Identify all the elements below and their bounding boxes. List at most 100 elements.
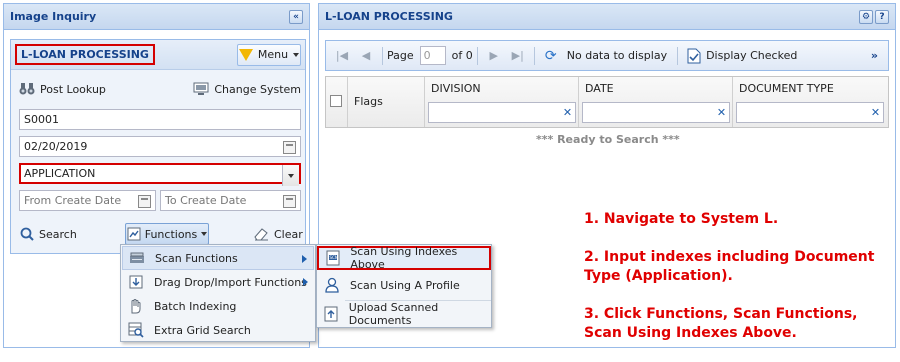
display-checked-label[interactable]: Display Checked xyxy=(706,49,797,62)
gear-icon[interactable]: ⚙ xyxy=(859,9,873,24)
clear-icon[interactable]: ✕ xyxy=(714,103,729,122)
toolbar-separator xyxy=(533,46,535,65)
column-flags-label: Flags xyxy=(354,95,383,108)
refresh-icon[interactable]: ⟳ xyxy=(543,48,559,64)
ready-to-search-text: *** Ready to Search *** xyxy=(536,133,680,146)
calendar-icon[interactable] xyxy=(283,195,296,208)
menu-button[interactable]: Menu xyxy=(237,43,301,66)
results-title: L-LOAN PROCESSING xyxy=(325,10,453,23)
functions-label: Functions xyxy=(144,227,198,241)
drag-drop-import-label: Drag Drop/Import Functions xyxy=(154,275,307,289)
search-form: L-LOAN PROCESSING Menu Post Lookup Chang… xyxy=(10,39,306,254)
instruction-step-1: 1. Navigate to System L. xyxy=(584,211,779,227)
functions-menu: Scan Functions Drag Drop/Import Function… xyxy=(120,244,316,342)
next-page-icon[interactable]: ▶ xyxy=(486,48,502,64)
index-field-1[interactable]: S0001 xyxy=(19,109,301,130)
toolbar-separator xyxy=(476,46,478,65)
clear-icon[interactable]: ✕ xyxy=(560,103,575,122)
menu-item-batch-indexing[interactable]: Batch Indexing xyxy=(122,294,314,318)
user-icon xyxy=(324,277,340,293)
double-chevron-left-icon[interactable]: « xyxy=(289,9,303,24)
system-title: L-LOAN PROCESSING xyxy=(15,44,155,65)
change-system-button[interactable]: Change System xyxy=(193,80,301,98)
column-document-type[interactable]: DOCUMENT TYPE ✕ xyxy=(733,77,888,127)
upload-icon xyxy=(324,306,339,322)
from-create-date-field[interactable]: From Create Date xyxy=(19,190,156,211)
page-number-input[interactable]: 0 xyxy=(419,46,446,65)
menu-item-scan-using-indexes-above[interactable]: SCN Scan Using Indexes Above xyxy=(317,245,491,271)
paging-toolbar: |◀ ◀ Page 0 of 0 ▶ ▶| ⟳ No data to displ… xyxy=(325,40,889,71)
calendar-icon[interactable] xyxy=(138,195,151,208)
search-label: Search xyxy=(39,227,77,241)
document-type-combo[interactable]: APPLICATION xyxy=(19,163,301,186)
scanner-icon xyxy=(129,250,145,266)
clear-label: Clear xyxy=(274,227,303,241)
toolbar-separator xyxy=(382,46,383,65)
page-count: of 0 xyxy=(451,49,473,62)
scan-doc-icon: SCN xyxy=(325,250,340,266)
svg-text:SCN: SCN xyxy=(329,255,337,260)
chevron-down-icon xyxy=(293,52,300,57)
from-create-date-placeholder: From Create Date xyxy=(24,194,122,207)
checked-document-icon xyxy=(687,48,701,63)
grid-header: Flags DIVISION ✕ DATE ✕ DOCUMENT TYPE ✕ xyxy=(325,76,889,128)
display-checked-button[interactable] xyxy=(686,48,702,64)
calendar-icon[interactable] xyxy=(283,141,296,154)
lookup-row: Post Lookup Change System xyxy=(19,80,301,98)
binoculars-icon xyxy=(19,83,35,95)
post-lookup-label: Post Lookup xyxy=(40,82,106,96)
column-date[interactable]: DATE ✕ xyxy=(579,77,733,127)
clear-icon[interactable]: ✕ xyxy=(868,103,883,122)
extra-grid-search-label: Extra Grid Search xyxy=(154,323,251,337)
system-monitor-icon xyxy=(193,82,209,95)
filter-icon xyxy=(238,48,253,61)
more-icon[interactable]: » xyxy=(871,49,878,62)
scan-functions-label: Scan Functions xyxy=(155,251,238,265)
hand-icon xyxy=(128,298,144,314)
menu-item-scan-using-a-profile[interactable]: Scan Using A Profile xyxy=(318,273,492,297)
instruction-step-2: 2. Input indexes including Document Type… xyxy=(584,249,875,284)
column-division[interactable]: DIVISION ✕ xyxy=(425,77,579,127)
help-icon[interactable]: ? xyxy=(875,9,889,24)
functions-icon xyxy=(127,227,141,241)
previous-page-icon[interactable]: ◀ xyxy=(358,48,374,64)
date-value: 02/20/2019 xyxy=(24,140,88,153)
image-inquiry-header: Image Inquiry « xyxy=(4,4,309,30)
page-label: Page xyxy=(387,49,414,62)
submenu-arrow-icon xyxy=(302,255,307,263)
scan-using-indexes-above-label: Scan Using Indexes Above xyxy=(350,245,458,271)
scan-functions-submenu: SCN Scan Using Indexes Above Scan Using … xyxy=(316,244,492,328)
post-lookup-button[interactable]: Post Lookup xyxy=(19,80,106,98)
select-all-checkbox[interactable] xyxy=(330,95,342,107)
date-field[interactable]: 02/20/2019 xyxy=(19,136,301,157)
chevron-down-icon[interactable] xyxy=(282,165,299,186)
first-page-icon[interactable]: |◀ xyxy=(334,48,350,64)
scan-using-a-profile-label: Scan Using A Profile xyxy=(350,278,460,292)
column-date-label: DATE xyxy=(585,82,614,95)
to-create-date-placeholder: To Create Date xyxy=(165,194,247,207)
eraser-icon xyxy=(254,228,268,241)
select-all-column xyxy=(326,77,348,127)
document-type-filter-input[interactable]: ✕ xyxy=(736,102,884,123)
no-data-status: No data to display xyxy=(566,49,668,62)
functions-button[interactable]: Functions xyxy=(125,223,209,245)
clear-button[interactable]: Clear xyxy=(253,227,303,241)
form-title-bar: L-LOAN PROCESSING Menu xyxy=(11,40,305,70)
menu-item-drag-drop-import[interactable]: Drag Drop/Import Functions xyxy=(122,270,314,294)
column-document-type-label: DOCUMENT TYPE xyxy=(739,82,834,95)
batch-indexing-label: Batch Indexing xyxy=(154,299,237,313)
menu-item-upload-scanned-documents[interactable]: Upload Scanned Documents xyxy=(318,301,492,327)
menu-item-extra-grid-search[interactable]: Extra Grid Search xyxy=(122,318,314,342)
division-filter-input[interactable]: ✕ xyxy=(428,102,576,123)
column-division-label: DIVISION xyxy=(431,82,481,95)
menu-item-scan-functions[interactable]: Scan Functions xyxy=(122,246,314,270)
column-flags[interactable]: Flags xyxy=(348,77,425,127)
import-icon xyxy=(128,274,144,290)
search-icon xyxy=(20,227,34,241)
change-system-label: Change System xyxy=(214,82,301,96)
last-page-icon[interactable]: ▶| xyxy=(510,48,526,64)
submenu-arrow-icon xyxy=(303,278,308,286)
search-button[interactable]: Search xyxy=(20,227,77,241)
to-create-date-field[interactable]: To Create Date xyxy=(160,190,301,211)
date-filter-input[interactable]: ✕ xyxy=(582,102,730,123)
